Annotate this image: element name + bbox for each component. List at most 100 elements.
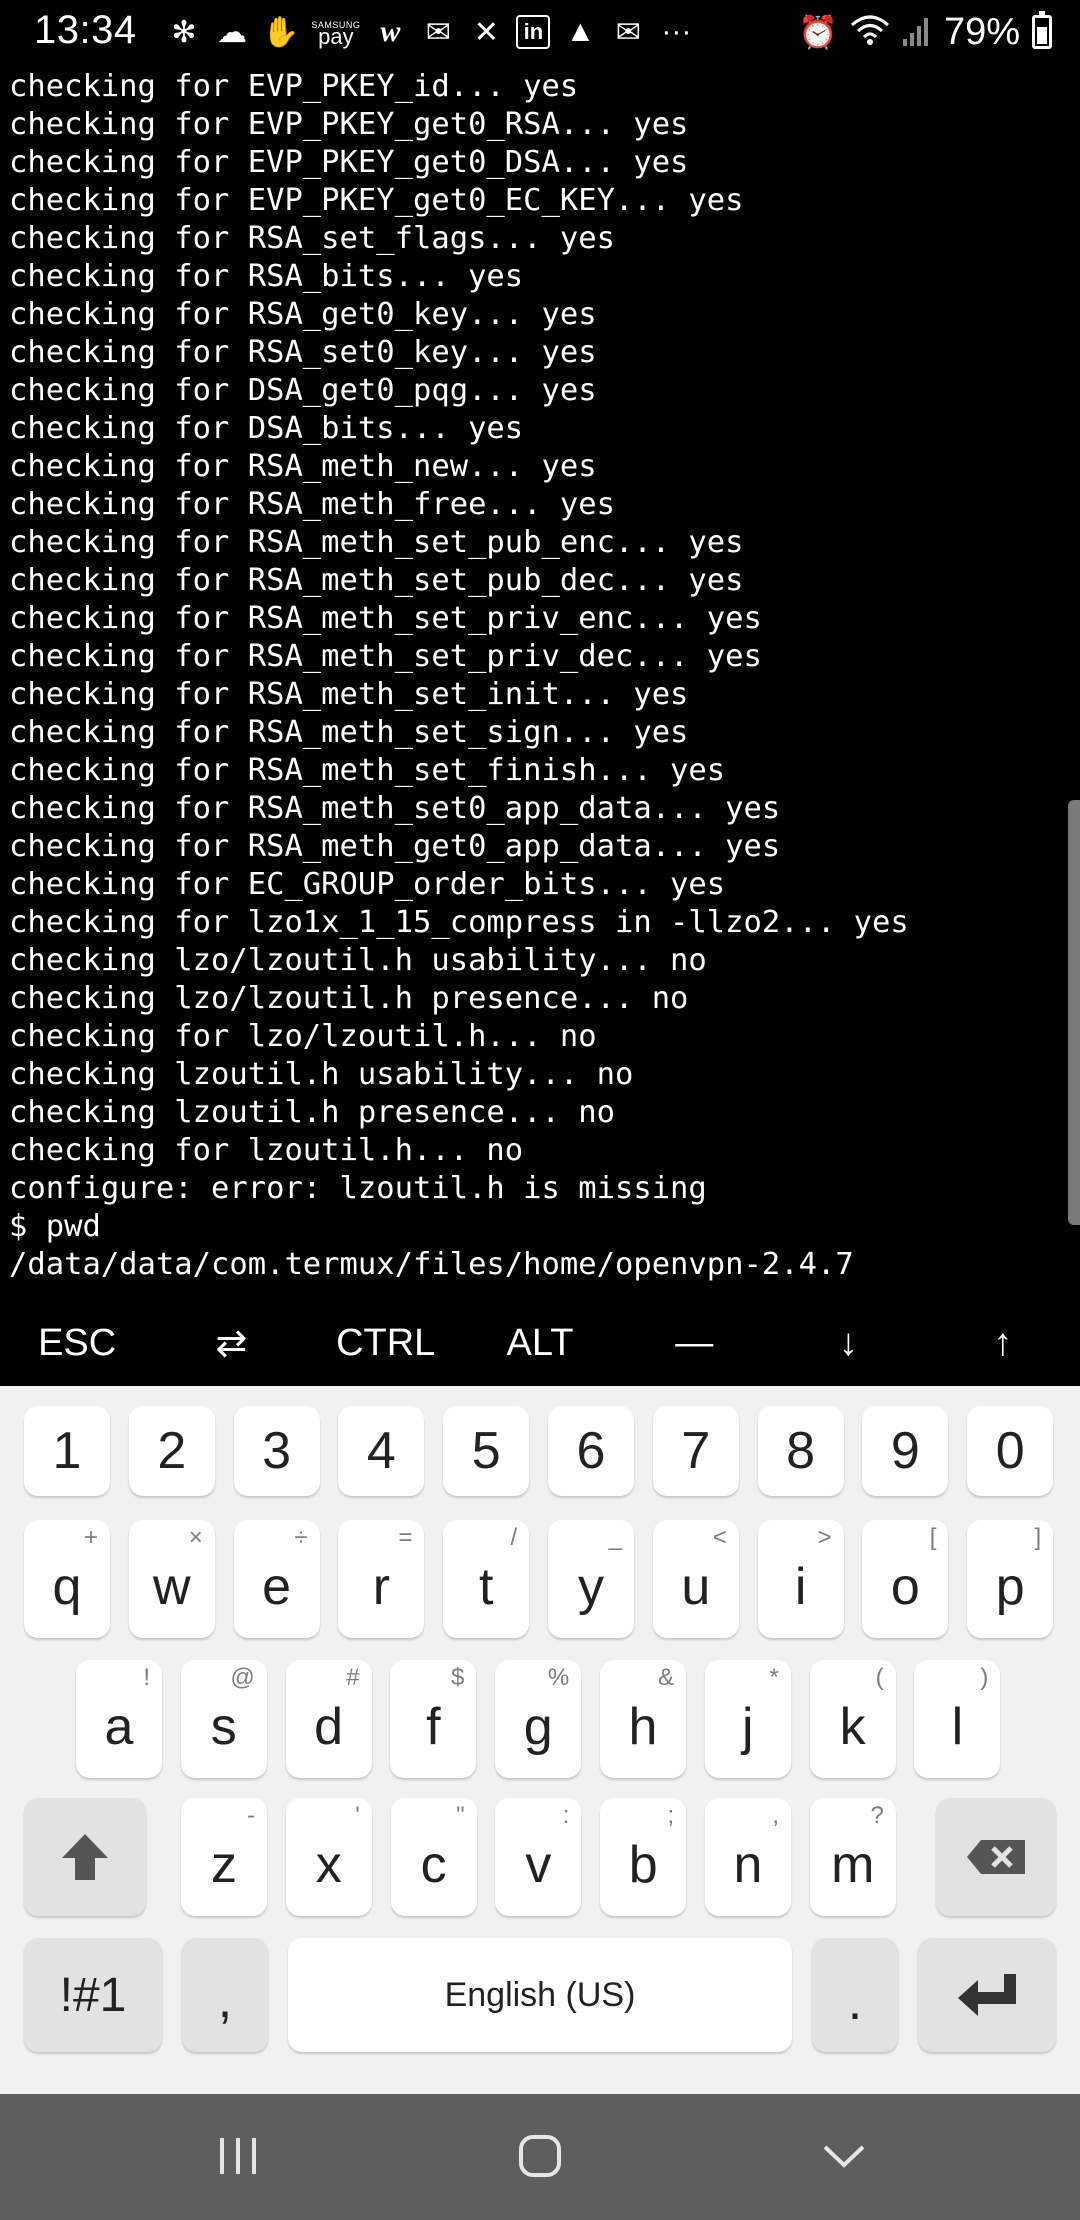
hide-keyboard-icon[interactable] [784, 2120, 904, 2192]
key-c-label: c [420, 1836, 447, 1894]
key-s-label: s [210, 1698, 237, 1756]
backspace-key[interactable] [936, 1798, 1056, 1916]
key-1[interactable]: 1 [24, 1406, 110, 1496]
key-t[interactable]: t / [443, 1520, 530, 1638]
key-8[interactable]: 8 [757, 1406, 844, 1496]
key-a[interactable]: a! [76, 1660, 162, 1778]
symbols-key[interactable]: !#1 [24, 1938, 162, 2052]
key-g-label: g [523, 1698, 553, 1756]
key-h[interactable]: h & [600, 1660, 686, 1778]
tab-key[interactable]: ⇄ [154, 1300, 308, 1386]
key-2-label: 2 [157, 1422, 187, 1480]
more-icon: ··· [661, 15, 692, 48]
key-x[interactable]: x ' [285, 1798, 372, 1916]
key-p-label: p [995, 1558, 1025, 1616]
key-d[interactable]: d # [285, 1660, 372, 1778]
key-b[interactable]: b; [600, 1798, 687, 1916]
key-y[interactable]: y _ [548, 1520, 634, 1638]
dash-key[interactable]: — [617, 1300, 771, 1386]
key-r-label: r [372, 1558, 391, 1616]
shift-key[interactable] [24, 1798, 146, 1916]
key-n[interactable]: n, [705, 1798, 791, 1916]
battery-percent: 79% [943, 10, 1020, 53]
key-b-secondary: ; [667, 1802, 675, 1829]
key-e[interactable]: e ÷ [233, 1520, 320, 1638]
key-g[interactable]: g% [495, 1660, 582, 1778]
key-o-label: o [890, 1558, 920, 1616]
key-x-secondary: ' [355, 1802, 360, 1829]
key-s-secondary: @ [230, 1664, 255, 1691]
key-4[interactable]: 4 [338, 1406, 425, 1496]
key-r-secondary: = [398, 1524, 413, 1551]
key-k[interactable]: k( [809, 1660, 896, 1778]
key-i[interactable]: i > [757, 1520, 844, 1638]
key-h-secondary: & [657, 1664, 674, 1691]
cloud-icon: ☁ [217, 15, 247, 49]
key-7[interactable]: 7 [652, 1406, 739, 1496]
comma-key[interactable]: , [182, 1938, 268, 2052]
backspace-icon [967, 1840, 1025, 1874]
key-d-label: d [314, 1698, 344, 1756]
key-f-secondary: $ [451, 1664, 465, 1691]
navigation-bar [0, 2094, 1080, 2220]
key-q[interactable]: q + [24, 1520, 110, 1638]
terminal-line: checking for RSA_meth_new... yes [9, 449, 597, 484]
ctrl-key[interactable]: CTRL [309, 1300, 463, 1386]
key-m[interactable]: m? [809, 1798, 896, 1916]
key-z[interactable]: z- [181, 1798, 267, 1916]
key-6[interactable]: 6 [548, 1406, 634, 1496]
key-f[interactable]: f $ [390, 1660, 477, 1778]
terminal-line: checking for RSA_meth_get0_app_data... y… [9, 829, 781, 864]
terminal-line: checking for RSA_meth_free... yes [9, 487, 615, 522]
terminal-line: checking for RSA_get0_key... yes [9, 297, 597, 332]
key-v[interactable]: v: [495, 1798, 582, 1916]
key-n-label: n [733, 1836, 763, 1894]
key-p[interactable]: p] [967, 1520, 1054, 1638]
key-n-secondary: , [772, 1802, 779, 1829]
key-l-secondary: ) [980, 1664, 989, 1691]
terminal-line: checking for RSA_set0_key... yes [9, 335, 597, 370]
key-o[interactable]: o[ [862, 1520, 949, 1638]
key-1-label: 1 [52, 1422, 82, 1480]
terminal-line: checking for RSA_set_flags... yes [9, 221, 615, 256]
key-s[interactable]: s @ [180, 1660, 267, 1778]
key-u[interactable]: u < [652, 1520, 739, 1638]
key-x-label: x [315, 1836, 342, 1894]
key-a-secondary: ! [143, 1664, 150, 1691]
alt-key[interactable]: ALT [463, 1300, 617, 1386]
key-2[interactable]: 2 [128, 1406, 215, 1496]
terminal-line: configure: error: lzoutil.h is missing [9, 1171, 707, 1206]
home-icon[interactable] [480, 2120, 600, 2192]
arrow-down-key[interactable]: ↓ [771, 1300, 925, 1386]
key-j-secondary: * [769, 1664, 779, 1691]
space-key[interactable]: English (US) [288, 1938, 792, 2052]
period-key[interactable]: . [812, 1938, 898, 2052]
key-h-label: h [628, 1698, 658, 1756]
key-y-secondary: _ [608, 1524, 622, 1551]
key-4-label: 4 [366, 1422, 396, 1480]
key-p-secondary: ] [1034, 1524, 1042, 1551]
key-c[interactable]: c " [390, 1798, 477, 1916]
scrollbar-thumb[interactable] [1068, 800, 1080, 1225]
esc-key[interactable]: ESC [0, 1300, 154, 1386]
key-q-secondary: + [83, 1524, 98, 1551]
key-m-secondary: ? [870, 1802, 884, 1829]
key-j[interactable]: j * [704, 1660, 791, 1778]
key-0[interactable]: 0 [967, 1406, 1054, 1496]
key-r[interactable]: r = [338, 1520, 425, 1638]
key-o-secondary: [ [929, 1524, 937, 1551]
key-l[interactable]: l) [914, 1660, 1001, 1778]
battery-icon [1032, 11, 1052, 49]
key-9[interactable]: 9 [862, 1406, 949, 1496]
arrow-up-key[interactable]: ↑ [926, 1300, 1080, 1386]
key-5[interactable]: 5 [443, 1406, 530, 1496]
terminal-line: checking lzo/lzoutil.h usability... no [9, 943, 707, 978]
enter-key[interactable] [918, 1938, 1056, 2052]
terminal-line: $ pwd [9, 1209, 101, 1244]
key-w[interactable]: w × [128, 1520, 215, 1638]
recent-apps-icon[interactable] [178, 2120, 298, 2192]
key-3[interactable]: 3 [233, 1406, 320, 1496]
key-a-label: a [104, 1698, 134, 1756]
mail-icon: ✉ [615, 15, 641, 49]
terminal-output[interactable]: checking for EVP_PKEY_id... yes checking … [0, 68, 1080, 1288]
